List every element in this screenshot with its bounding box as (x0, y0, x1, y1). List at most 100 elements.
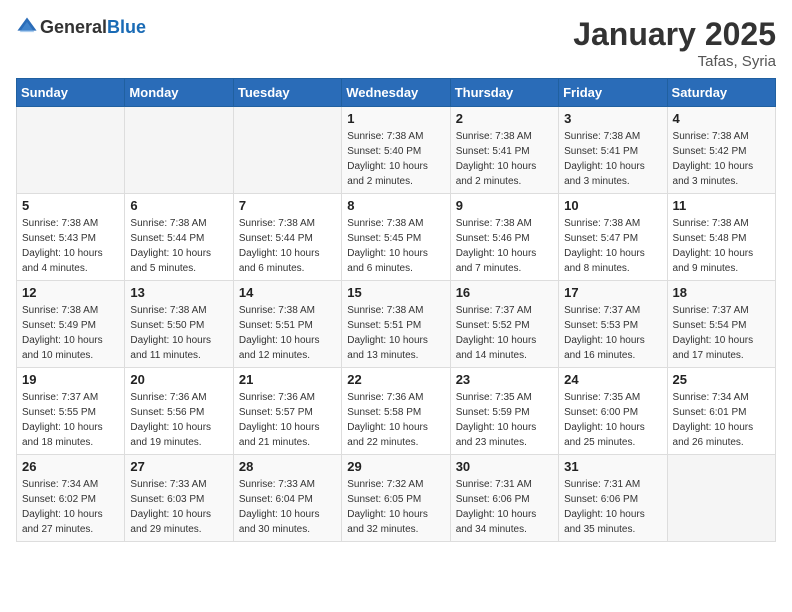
day-info: Sunrise: 7:37 AM Sunset: 5:54 PM Dayligh… (673, 303, 770, 363)
calendar-cell: 27 Sunrise: 7:33 AM Sunset: 6:03 PM Dayli… (125, 455, 233, 542)
calendar-title: January 2025 (573, 16, 776, 53)
logo-general: General (40, 17, 107, 37)
calendar-cell: 5 Sunrise: 7:38 AM Sunset: 5:43 PM Daylig… (17, 194, 125, 281)
weekday-header-thursday: Thursday (450, 79, 558, 107)
weekday-header-row: SundayMondayTuesdayWednesdayThursdayFrid… (17, 79, 776, 107)
day-number: 9 (456, 198, 553, 213)
day-info: Sunrise: 7:38 AM Sunset: 5:40 PM Dayligh… (347, 129, 444, 189)
weekday-header-friday: Friday (559, 79, 667, 107)
logo: GeneralBlue (16, 16, 146, 38)
week-row-4: 19 Sunrise: 7:37 AM Sunset: 5:55 PM Dayli… (17, 368, 776, 455)
logo-icon (16, 16, 38, 38)
day-info: Sunrise: 7:38 AM Sunset: 5:48 PM Dayligh… (673, 216, 770, 276)
day-info: Sunrise: 7:35 AM Sunset: 5:59 PM Dayligh… (456, 390, 553, 450)
weekday-header-sunday: Sunday (17, 79, 125, 107)
day-number: 12 (22, 285, 119, 300)
day-number: 25 (673, 372, 770, 387)
day-number: 24 (564, 372, 661, 387)
weekday-header-monday: Monday (125, 79, 233, 107)
day-info: Sunrise: 7:36 AM Sunset: 5:58 PM Dayligh… (347, 390, 444, 450)
day-info: Sunrise: 7:34 AM Sunset: 6:02 PM Dayligh… (22, 477, 119, 537)
calendar-cell: 23 Sunrise: 7:35 AM Sunset: 5:59 PM Dayli… (450, 368, 558, 455)
week-row-5: 26 Sunrise: 7:34 AM Sunset: 6:02 PM Dayli… (17, 455, 776, 542)
day-info: Sunrise: 7:38 AM Sunset: 5:41 PM Dayligh… (564, 129, 661, 189)
day-info: Sunrise: 7:37 AM Sunset: 5:53 PM Dayligh… (564, 303, 661, 363)
calendar-cell: 7 Sunrise: 7:38 AM Sunset: 5:44 PM Daylig… (233, 194, 341, 281)
day-number: 30 (456, 459, 553, 474)
calendar-cell: 18Sunrise: 7:37 AM Sunset: 5:54 PM Dayli… (667, 281, 775, 368)
calendar-cell: 17 Sunrise: 7:37 AM Sunset: 5:53 PM Dayli… (559, 281, 667, 368)
calendar-cell: 26 Sunrise: 7:34 AM Sunset: 6:02 PM Dayli… (17, 455, 125, 542)
day-info: Sunrise: 7:36 AM Sunset: 5:56 PM Dayligh… (130, 390, 227, 450)
calendar-cell (125, 107, 233, 194)
day-number: 16 (456, 285, 553, 300)
day-info: Sunrise: 7:38 AM Sunset: 5:51 PM Dayligh… (239, 303, 336, 363)
week-row-2: 5 Sunrise: 7:38 AM Sunset: 5:43 PM Daylig… (17, 194, 776, 281)
calendar-cell: 13 Sunrise: 7:38 AM Sunset: 5:50 PM Dayli… (125, 281, 233, 368)
day-info: Sunrise: 7:38 AM Sunset: 5:45 PM Dayligh… (347, 216, 444, 276)
calendar-cell: 2 Sunrise: 7:38 AM Sunset: 5:41 PM Daylig… (450, 107, 558, 194)
day-number: 3 (564, 111, 661, 126)
day-number: 19 (22, 372, 119, 387)
day-number: 4 (673, 111, 770, 126)
day-info: Sunrise: 7:38 AM Sunset: 5:44 PM Dayligh… (130, 216, 227, 276)
day-number: 2 (456, 111, 553, 126)
calendar-cell: 30Sunrise: 7:31 AM Sunset: 6:06 PM Dayli… (450, 455, 558, 542)
calendar-cell: 21 Sunrise: 7:36 AM Sunset: 5:57 PM Dayli… (233, 368, 341, 455)
day-number: 26 (22, 459, 119, 474)
day-info: Sunrise: 7:37 AM Sunset: 5:52 PM Dayligh… (456, 303, 553, 363)
calendar-cell: 14 Sunrise: 7:38 AM Sunset: 5:51 PM Dayli… (233, 281, 341, 368)
day-number: 21 (239, 372, 336, 387)
day-info: Sunrise: 7:35 AM Sunset: 6:00 PM Dayligh… (564, 390, 661, 450)
calendar-cell: 24 Sunrise: 7:35 AM Sunset: 6:00 PM Dayli… (559, 368, 667, 455)
day-number: 10 (564, 198, 661, 213)
calendar-cell (17, 107, 125, 194)
calendar-cell: 12 Sunrise: 7:38 AM Sunset: 5:49 PM Dayli… (17, 281, 125, 368)
calendar-cell: 29 Sunrise: 7:32 AM Sunset: 6:05 PM Dayli… (342, 455, 450, 542)
day-number: 27 (130, 459, 227, 474)
page-header: GeneralBlue January 2025 Tafas, Syria (16, 16, 776, 70)
day-number: 13 (130, 285, 227, 300)
day-info: Sunrise: 7:38 AM Sunset: 5:44 PM Dayligh… (239, 216, 336, 276)
calendar-cell: 1Sunrise: 7:38 AM Sunset: 5:40 PM Daylig… (342, 107, 450, 194)
logo-blue: Blue (107, 17, 146, 37)
day-number: 8 (347, 198, 444, 213)
day-info: Sunrise: 7:38 AM Sunset: 5:43 PM Dayligh… (22, 216, 119, 276)
day-number: 14 (239, 285, 336, 300)
day-number: 22 (347, 372, 444, 387)
calendar-cell (233, 107, 341, 194)
calendar-cell: 9Sunrise: 7:38 AM Sunset: 5:46 PM Daylig… (450, 194, 558, 281)
calendar-subtitle: Tafas, Syria (573, 53, 776, 70)
day-info: Sunrise: 7:38 AM Sunset: 5:50 PM Dayligh… (130, 303, 227, 363)
calendar-cell: 6Sunrise: 7:38 AM Sunset: 5:44 PM Daylig… (125, 194, 233, 281)
calendar-cell: 15Sunrise: 7:38 AM Sunset: 5:51 PM Dayli… (342, 281, 450, 368)
day-info: Sunrise: 7:37 AM Sunset: 5:55 PM Dayligh… (22, 390, 119, 450)
day-info: Sunrise: 7:34 AM Sunset: 6:01 PM Dayligh… (673, 390, 770, 450)
day-info: Sunrise: 7:38 AM Sunset: 5:41 PM Dayligh… (456, 129, 553, 189)
calendar-cell: 8 Sunrise: 7:38 AM Sunset: 5:45 PM Daylig… (342, 194, 450, 281)
day-info: Sunrise: 7:31 AM Sunset: 6:06 PM Dayligh… (564, 477, 661, 537)
week-row-3: 12 Sunrise: 7:38 AM Sunset: 5:49 PM Dayli… (17, 281, 776, 368)
title-section: January 2025 Tafas, Syria (573, 16, 776, 70)
day-number: 28 (239, 459, 336, 474)
day-number: 23 (456, 372, 553, 387)
calendar-cell: 16 Sunrise: 7:37 AM Sunset: 5:52 PM Dayli… (450, 281, 558, 368)
day-number: 7 (239, 198, 336, 213)
day-number: 31 (564, 459, 661, 474)
day-info: Sunrise: 7:33 AM Sunset: 6:03 PM Dayligh… (130, 477, 227, 537)
day-info: Sunrise: 7:38 AM Sunset: 5:47 PM Dayligh… (564, 216, 661, 276)
day-info: Sunrise: 7:33 AM Sunset: 6:04 PM Dayligh… (239, 477, 336, 537)
calendar-cell (667, 455, 775, 542)
calendar-table: SundayMondayTuesdayWednesdayThursdayFrid… (16, 78, 776, 542)
calendar-cell: 10 Sunrise: 7:38 AM Sunset: 5:47 PM Dayli… (559, 194, 667, 281)
day-info: Sunrise: 7:36 AM Sunset: 5:57 PM Dayligh… (239, 390, 336, 450)
calendar-cell: 20Sunrise: 7:36 AM Sunset: 5:56 PM Dayli… (125, 368, 233, 455)
day-number: 15 (347, 285, 444, 300)
day-number: 17 (564, 285, 661, 300)
day-number: 5 (22, 198, 119, 213)
calendar-cell: 4Sunrise: 7:38 AM Sunset: 5:42 PM Daylig… (667, 107, 775, 194)
day-info: Sunrise: 7:32 AM Sunset: 6:05 PM Dayligh… (347, 477, 444, 537)
day-info: Sunrise: 7:38 AM Sunset: 5:49 PM Dayligh… (22, 303, 119, 363)
calendar-cell: 28 Sunrise: 7:33 AM Sunset: 6:04 PM Dayli… (233, 455, 341, 542)
day-number: 29 (347, 459, 444, 474)
